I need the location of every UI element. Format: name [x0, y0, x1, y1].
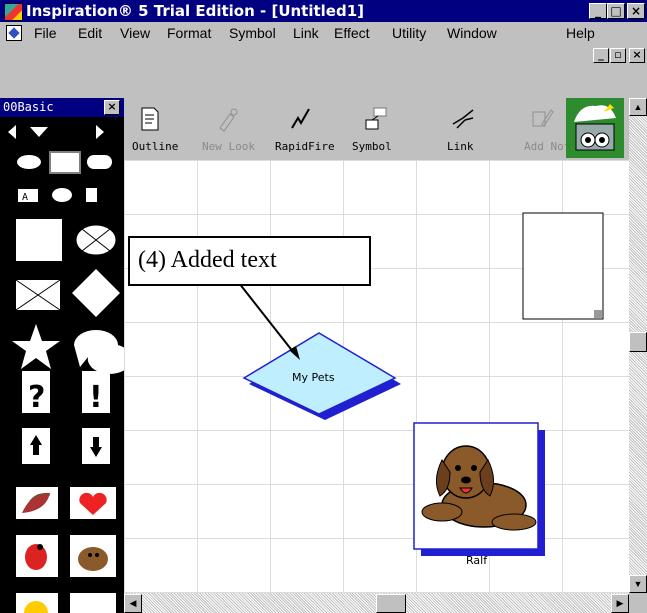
outline-button[interactable]: Outline: [132, 140, 178, 153]
menu-link[interactable]: Link: [293, 25, 319, 41]
diamond-shape-icon: [72, 269, 120, 317]
size-grip[interactable]: [629, 593, 647, 613]
rapidfire-icon[interactable]: [289, 106, 313, 132]
minimize-button[interactable]: _: [589, 3, 607, 19]
scroll-right-button[interactable]: ▶: [611, 594, 629, 613]
oval-shape-icon: [17, 155, 41, 169]
menu-symbol[interactable]: Symbol: [229, 25, 276, 41]
close-button[interactable]: ×: [627, 3, 645, 19]
menu-window[interactable]: Window: [447, 25, 497, 41]
doc-close-button[interactable]: ×: [629, 48, 645, 63]
menu-format[interactable]: Format: [167, 25, 211, 41]
svg-text:A: A: [22, 192, 28, 203]
cloud-shape-icon: [52, 188, 72, 202]
link-button[interactable]: Link: [447, 140, 474, 153]
rounded-rect-icon: [87, 155, 112, 169]
star-shape-icon: [12, 324, 60, 369]
svg-text:!: !: [89, 380, 103, 415]
horizontal-scroll-thumb[interactable]: [376, 594, 406, 613]
vertical-scroll-thumb[interactable]: [629, 332, 647, 352]
palette-shapes[interactable]: A ? !: [0, 117, 124, 613]
menu-edit[interactable]: Edit: [78, 25, 102, 41]
ralf-label: Ralf: [466, 554, 488, 567]
menu-help[interactable]: Help: [566, 25, 595, 41]
arrow-down-icon: [30, 127, 48, 137]
add-note-button[interactable]: Add Not: [524, 140, 570, 153]
svg-text:?: ?: [28, 380, 45, 415]
window-title: Inspiration® 5 Trial Edition - [Untitled…: [26, 2, 365, 20]
mascot-icon[interactable]: [566, 98, 624, 158]
arrow-right-icon: [96, 125, 104, 139]
new-look-icon[interactable]: [216, 106, 240, 132]
outline-icon[interactable]: [138, 106, 162, 132]
callout-arrow: [238, 282, 300, 360]
rectangle-shape-icon: [49, 151, 81, 174]
speech-bubble-icon: [74, 330, 124, 374]
add-note-icon[interactable]: [530, 106, 554, 132]
face-clipart-icon: [70, 593, 116, 613]
symbol-button[interactable]: Symbol: [352, 140, 392, 153]
link-icon[interactable]: [451, 106, 475, 132]
doc-minimize-button[interactable]: _: [593, 48, 609, 63]
scroll-left-button[interactable]: ◀: [124, 594, 142, 613]
new-look-button[interactable]: New Look: [202, 140, 255, 153]
symbol-icon[interactable]: [364, 106, 388, 132]
my-pets-label: My Pets: [292, 371, 335, 384]
scroll-up-button[interactable]: ▲: [629, 98, 647, 116]
app-icon[interactable]: [4, 3, 23, 21]
maximize-button[interactable]: □: [607, 3, 625, 19]
document-icon[interactable]: [6, 25, 22, 41]
menu-view[interactable]: View: [120, 25, 150, 41]
square-shape-icon: [16, 219, 62, 261]
menu-effect[interactable]: Effect: [334, 25, 370, 41]
diagram-canvas[interactable]: My Pets Ralf: [124, 160, 629, 593]
menu-utility[interactable]: Utility: [392, 25, 426, 41]
rapidfire-button[interactable]: RapidFire: [275, 140, 335, 153]
menu-file[interactable]: File: [34, 25, 57, 41]
doc-restore-button[interactable]: ▫: [610, 48, 626, 63]
arrow-left-icon: [8, 125, 16, 139]
palette-close-button[interactable]: ×: [104, 100, 120, 115]
scroll-down-button[interactable]: ▼: [629, 575, 647, 593]
added-text-callout: (4) Added text: [128, 236, 371, 286]
toolbar: Outline New Look RapidFire Symbol Link A…: [124, 98, 629, 160]
